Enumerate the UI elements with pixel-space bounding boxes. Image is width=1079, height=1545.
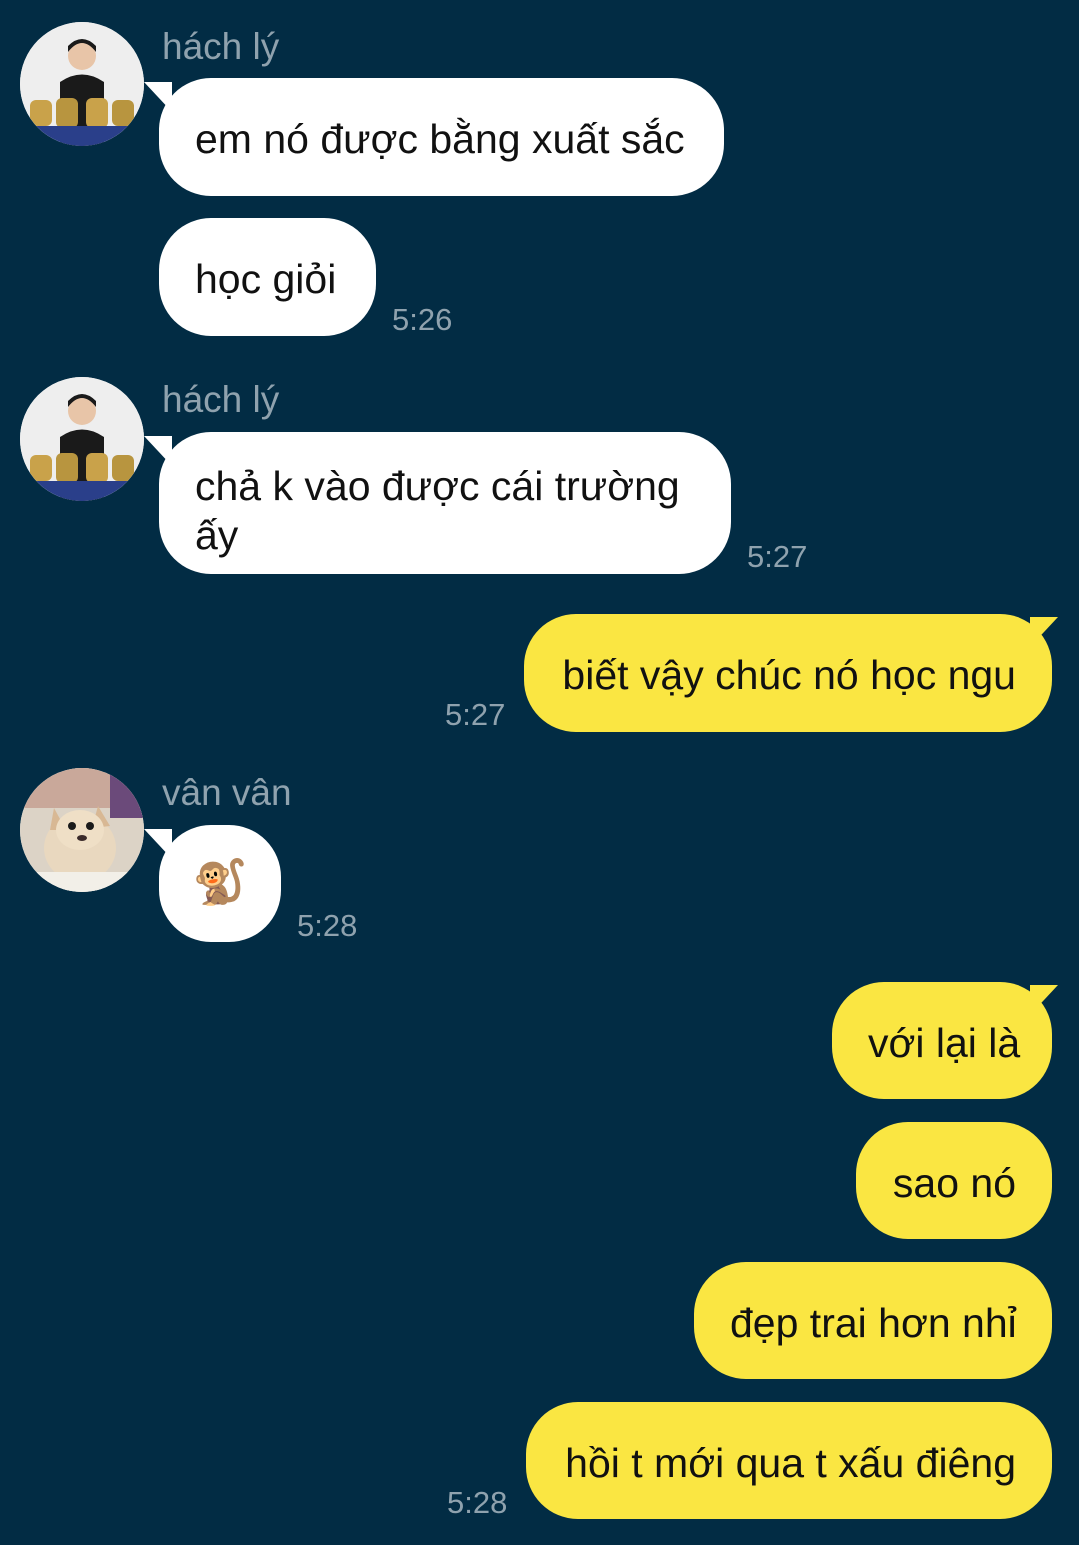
message-timestamp: 5:28 [297,908,358,943]
monkey-icon: 🐒 [192,858,248,907]
chat-message-list[interactable]: hách lý em nó được bằng xuất sắc học giỏ… [0,0,1079,1545]
outgoing-message-bubble[interactable]: biết vậy chúc nó học ngu [524,614,1052,732]
bubble-tail [1030,617,1058,647]
outgoing-message-bubble[interactable]: sao nó [856,1122,1052,1239]
bubble-tail [1030,985,1058,1015]
message-text: biết vậy chúc nó học ngu [562,652,1016,698]
message-timestamp: 5:27 [445,697,506,732]
message-timestamp: 5:27 [747,539,808,574]
incoming-message-bubble[interactable]: học giỏi [159,218,376,336]
outgoing-message-bubble[interactable]: đẹp trai hơn nhỉ [694,1262,1052,1379]
avatar-hach-ly[interactable] [20,22,144,146]
incoming-message-bubble[interactable]: em nó được bằng xuất sắc [159,78,724,196]
incoming-message-bubble[interactable]: 🐒 [159,825,281,942]
message-text: học giỏi [195,256,337,302]
sender-name: hách lý [162,379,280,420]
sender-name: hách lý [162,26,280,67]
outgoing-message-bubble[interactable]: với lại là [832,982,1052,1099]
message-text: sao nó [892,1160,1016,1206]
message-text: hồi t mới qua t xấu điêng [565,1440,1016,1486]
message-text: em nó được bằng xuất sắc [195,116,685,162]
avatar-hach-ly[interactable] [20,377,144,501]
message-timestamp: 5:26 [392,302,453,337]
message-timestamp: 5:28 [447,1485,508,1520]
message-text: đẹp trai hơn nhỉ [730,1300,1017,1346]
incoming-message-bubble[interactable]: chả k vào được cái trường ấy [159,432,731,574]
avatar-van-van[interactable] [20,768,144,892]
sender-name: vân vân [162,772,292,813]
outgoing-message-bubble[interactable]: hồi t mới qua t xấu điêng [526,1402,1052,1519]
message-text: chả k vào được cái trường ấy [195,463,680,558]
message-text: với lại là [868,1020,1021,1066]
